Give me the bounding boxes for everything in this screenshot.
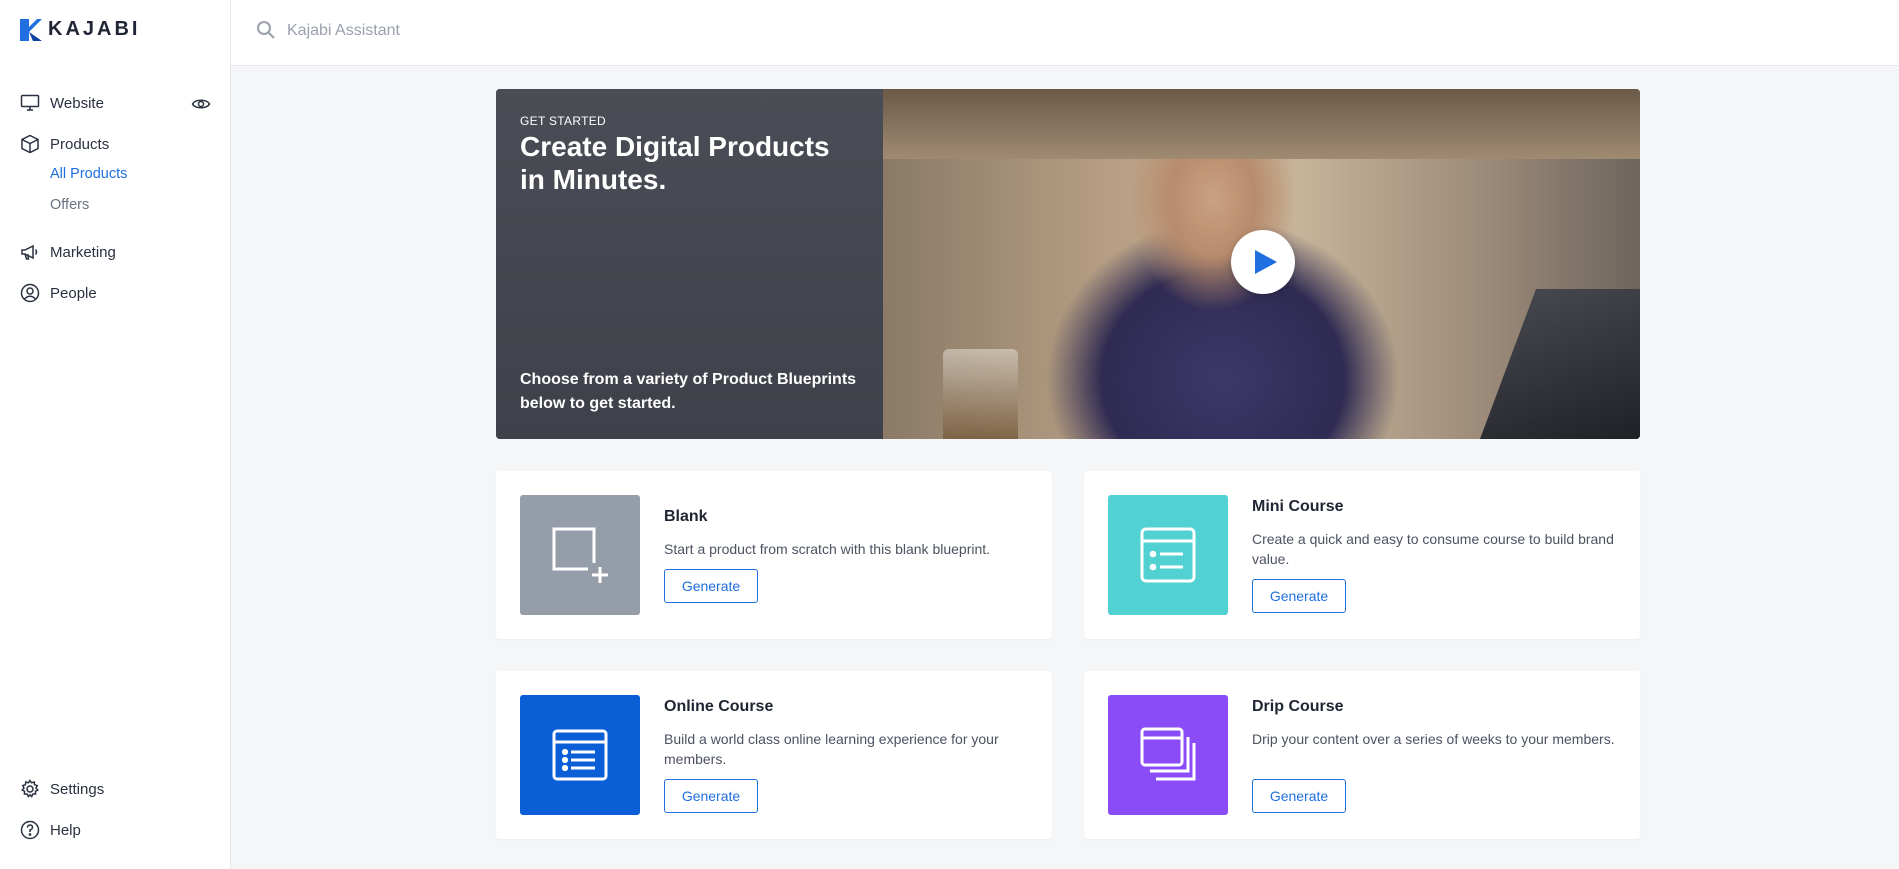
sidebar-item-label: Marketing: [50, 243, 116, 261]
blueprint-tile: [520, 495, 640, 615]
mini-course-icon: [1140, 527, 1196, 583]
blueprint-title: Mini Course: [1252, 498, 1344, 515]
blueprint-tile: [1108, 495, 1228, 615]
sidebar-item-website[interactable]: Website: [20, 93, 104, 113]
kajabi-logo[interactable]: KAJABI: [20, 18, 140, 41]
sidebar-item-marketing[interactable]: Marketing: [20, 242, 116, 262]
hero-subtitle: Choose from a variety of Product Bluepri…: [520, 371, 857, 412]
blueprint-description: Start a product from scratch with this b…: [664, 541, 991, 557]
hero-photo-glass: [943, 349, 1018, 439]
generate-drip-course-button[interactable]: Generate: [1252, 779, 1346, 813]
hero-eyebrow: GET STARTED: [520, 114, 606, 128]
sidebar-item-products[interactable]: Products: [20, 134, 109, 154]
blueprint-tile: [520, 695, 640, 815]
sidebar: KAJABI Website Products All Products Off…: [0, 0, 231, 869]
blueprint-title: Online Course: [664, 698, 774, 715]
search-input[interactable]: [285, 16, 789, 46]
help-icon: [20, 820, 40, 840]
gear-icon: [21, 779, 39, 798]
sidebar-item-label: Products: [50, 135, 110, 153]
blueprint-title: Blank: [664, 508, 708, 525]
kajabi-logo-icon: [20, 18, 42, 41]
play-video-button[interactable]: [1231, 230, 1295, 294]
hero-photo-shelf: [883, 89, 1640, 159]
sidebar-item-label: Help: [50, 821, 81, 839]
sidebar-item-people[interactable]: People: [20, 283, 97, 303]
blueprint-description: Create a quick and easy to consume cours…: [1252, 531, 1614, 567]
megaphone-icon: [21, 244, 38, 260]
blueprint-tile: [1108, 695, 1228, 815]
generate-blank-button[interactable]: Generate: [664, 569, 758, 603]
get-started-hero: GET STARTED Create Digital Products in M…: [496, 89, 1640, 439]
generate-mini-course-button[interactable]: Generate: [1252, 579, 1346, 613]
logo-text: KAJABI: [48, 18, 141, 40]
eye-icon[interactable]: [191, 94, 211, 114]
blueprint-title: Drip Course: [1252, 698, 1344, 715]
generate-online-course-button[interactable]: Generate: [664, 779, 758, 813]
blueprint-card-mini-course: Mini Course Create a quick and easy to c…: [1084, 471, 1640, 639]
hero-title: Create Digital Products in Minutes.: [520, 131, 830, 195]
sidebar-item-settings[interactable]: Settings: [20, 779, 104, 799]
sidebar-item-label: Settings: [50, 780, 105, 798]
sidebar-item-all-products[interactable]: All Products: [50, 166, 127, 182]
blueprint-description: Drip your content over a series of weeks…: [1252, 731, 1615, 747]
blueprint-description: Build a world class online learning expe…: [664, 731, 999, 767]
top-bar: [231, 0, 1899, 66]
search-icon: [257, 21, 275, 39]
user-circle-icon: [20, 283, 40, 303]
blueprint-card-online-course: Online Course Build a world class online…: [496, 671, 1052, 839]
sidebar-item-offers[interactable]: Offers: [50, 197, 89, 213]
sidebar-item-label: People: [50, 284, 97, 302]
drip-course-icon: [1140, 727, 1196, 781]
box-icon: [21, 134, 39, 154]
online-course-icon: [552, 729, 608, 781]
blueprint-card-drip-course: Drip Course Drip your content over a ser…: [1084, 671, 1640, 839]
monitor-icon: [20, 94, 40, 111]
blank-square-plus-icon: [552, 527, 608, 583]
hero-photo-laptop: [1480, 289, 1640, 439]
sidebar-item-help[interactable]: Help: [20, 820, 81, 840]
blueprint-card-blank: Blank Start a product from scratch with …: [496, 471, 1052, 639]
sidebar-item-label: Website: [50, 94, 104, 112]
play-icon: [1255, 250, 1277, 274]
